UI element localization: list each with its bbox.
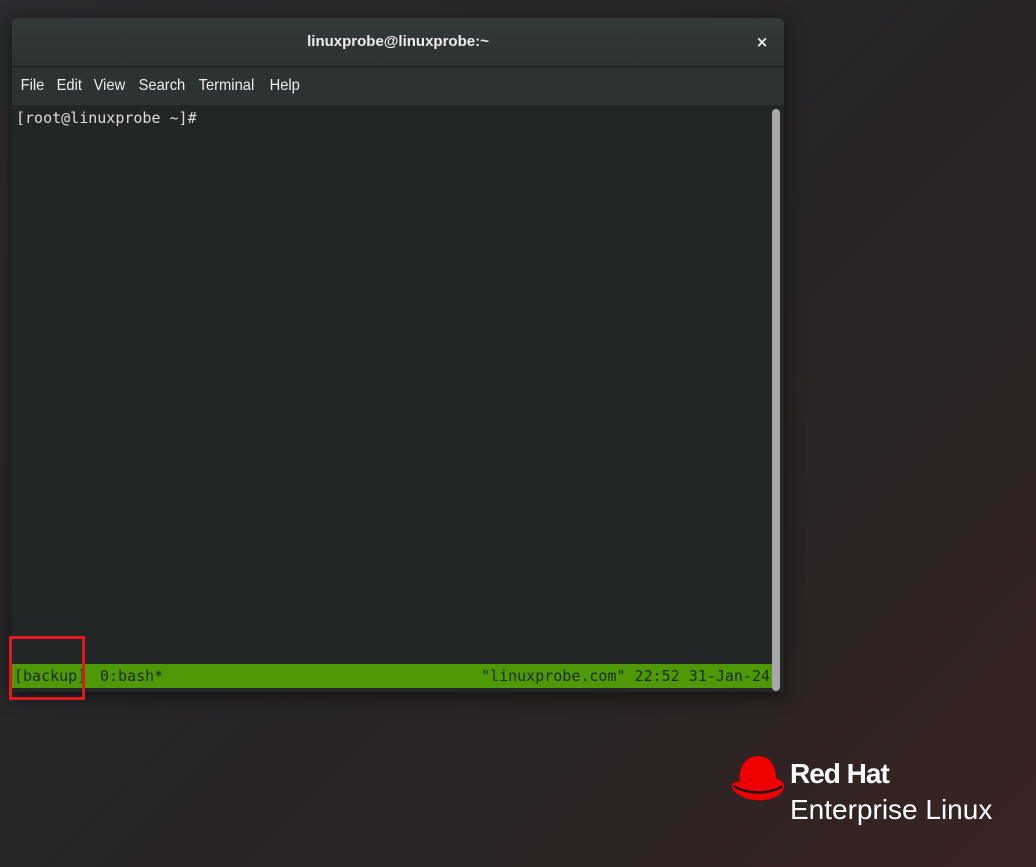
title-bar[interactable]: linuxprobe@linuxprobe:~ × [12,18,784,67]
menu-edit[interactable]: Edit [52,77,87,95]
terminal-window[interactable]: linuxprobe@linuxprobe:~ × File Edit View… [12,18,784,692]
menu-search[interactable]: Search [134,77,190,95]
tmux-status-right: "linuxprobe.com" 22:52 31-Jan-24 [481,667,770,685]
menu-help[interactable]: Help [265,77,304,95]
menu-view[interactable]: View [89,77,130,95]
terminal-area[interactable]: [root@linuxprobe ~]# [backup] 0:bash* "l… [12,105,784,692]
highlight-annotation-box [9,636,85,700]
menu-file[interactable]: File [16,77,49,95]
redhat-hat-icon [732,756,784,801]
brand-name: Red Hat [790,758,890,789]
tmux-status-bar: [backup] 0:bash* "linuxprobe.com" 22:52 … [12,664,772,688]
close-button[interactable]: × [750,30,774,54]
menu-terminal[interactable]: Terminal [194,77,259,95]
tmux-window-list: 0:bash* [100,667,164,685]
scrollbar[interactable] [772,109,780,691]
redhat-logo: Red Hat Enterprise Linux [730,750,1010,840]
window-title: linuxprobe@linuxprobe:~ [307,33,489,50]
menu-bar: File Edit View Search Terminal Help [12,67,784,105]
shell-prompt: [root@linuxprobe ~]# [16,109,197,127]
brand-product: Enterprise Linux [790,794,993,825]
